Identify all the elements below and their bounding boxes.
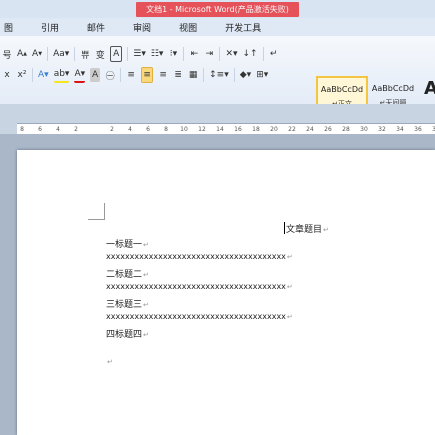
align-right-icon[interactable]: ≡ <box>158 68 168 82</box>
text-effects-icon[interactable]: A▾ <box>38 68 49 82</box>
show-marks-icon[interactable]: ↵ <box>269 47 279 61</box>
chinese-layout-icon[interactable]: ✕▾ <box>225 47 237 61</box>
ribbon-tabs: 图 引用 邮件 审阅 视图 开发工具 <box>0 18 435 36</box>
ruler-tick: 36 <box>414 125 422 133</box>
ruler-tick: 14 <box>216 125 224 133</box>
ruler-tick: 32 <box>378 125 386 133</box>
body-1[interactable]: xxxxxxxxxxxxxxxxxxxxxxxxxxxxxxxxxxxxxx↵ <box>106 252 293 261</box>
ruler-tick: 24 <box>306 125 314 133</box>
numbering-icon[interactable]: ☷▾ <box>151 47 164 61</box>
increase-indent-icon[interactable]: ⇥ <box>204 47 214 61</box>
ruler-tick: 18 <box>252 125 260 133</box>
body-2[interactable]: xxxxxxxxxxxxxxxxxxxxxxxxxxxxxxxxxxxxxx↵ <box>106 282 293 291</box>
font-toolbar-row1: 号 A ▲ A ▼ Aa▾ 쀼 变 A ☰▾ ☷▾ ⁝▾ ⇤ ⇥ ✕▾ ↓↑ ↵ <box>2 45 279 63</box>
ruler-tick: 8 <box>164 125 168 133</box>
subscript-button[interactable]: x <box>2 68 12 82</box>
decrease-indent-icon[interactable]: ⇤ <box>189 47 199 61</box>
ruler-tick: 16 <box>234 125 242 133</box>
margin-corner-marker <box>88 203 105 220</box>
tab-developer[interactable]: 开发工具 <box>211 21 275 34</box>
window-title: 文档1 - Microsoft Word(产品激活失败) <box>0 0 435 18</box>
tab-references[interactable]: 引用 <box>27 21 73 34</box>
align-center-icon[interactable]: ≡ <box>141 67 154 83</box>
heading-2[interactable]: 二标题二↵ <box>106 267 149 280</box>
ruler-tick: 8 <box>20 125 24 133</box>
distributed-icon[interactable]: ▦ <box>188 68 198 82</box>
ruler-tick: 2 <box>74 125 78 133</box>
ruler-tick: 10 <box>180 125 188 133</box>
ruler-tick: 6 <box>38 125 42 133</box>
ruler-tick: 4 <box>56 125 60 133</box>
bullets-icon[interactable]: ☰▾ <box>133 47 146 61</box>
char-border-button[interactable]: A <box>110 46 123 62</box>
grow-font-button[interactable]: A ▲ <box>17 47 27 61</box>
doc-title[interactable]: 文章题目↵ <box>286 222 329 235</box>
body-3[interactable]: xxxxxxxxxxxxxxxxxxxxxxxxxxxxxxxxxxxxxx↵ <box>106 312 293 321</box>
ribbon: 号 A ▲ A ▼ Aa▾ 쀼 变 A ☰▾ ☷▾ ⁝▾ ⇤ ⇥ ✕▾ ↓↑ ↵ x… <box>0 36 435 138</box>
char-shading-icon[interactable]: A <box>90 68 101 82</box>
tab-design[interactable]: 图 <box>0 21 27 34</box>
ruler-tick: 20 <box>270 125 278 133</box>
superscript-button[interactable]: x² <box>17 68 27 82</box>
heading-4[interactable]: 四标题四↵ <box>106 327 149 340</box>
heading-1[interactable]: 一标题一↵ <box>106 237 149 250</box>
ruler-tick: 30 <box>360 125 368 133</box>
document-page[interactable] <box>17 150 435 435</box>
enclose-char-icon[interactable]: ㊀ <box>105 68 115 82</box>
ruler-tick: 12 <box>198 125 206 133</box>
font-color-icon[interactable]: A▾ <box>74 67 86 83</box>
font-size-label[interactable]: 号 <box>2 47 12 61</box>
change-case-button[interactable]: Aa▾ <box>53 47 69 61</box>
ruler-tick: 38 <box>431 126 435 133</box>
ruler-tick: 2 <box>110 125 114 133</box>
text-cursor <box>284 222 285 234</box>
align-left-icon[interactable]: ≡ <box>126 68 136 82</box>
phonetic-guide-icon[interactable]: 쀼 <box>80 47 90 61</box>
highlight-icon[interactable]: ab▾ <box>53 67 70 83</box>
ruler-tick: 26 <box>324 125 332 133</box>
shading-icon[interactable]: ◆▾ <box>240 68 251 82</box>
ruler-tick: 6 <box>146 125 150 133</box>
heading-3[interactable]: 三标题三↵ <box>106 297 149 310</box>
font-toolbar-row2: x x² A▾ ab▾ A▾ A ㊀ ≡ ≡ ≡ ≣ ▦ ↕≡▾ ◆▾ ⊞▾ <box>2 66 268 84</box>
tab-mailings[interactable]: 邮件 <box>73 21 119 34</box>
ruler-tick: 34 <box>396 125 404 133</box>
empty-paragraph[interactable]: ↵ <box>106 357 113 367</box>
multilevel-list-icon[interactable]: ⁝▾ <box>168 47 178 61</box>
ruler-tick: 22 <box>288 125 296 133</box>
ruler-tick: 28 <box>342 125 350 133</box>
sort-icon[interactable]: ↓↑ <box>243 47 258 61</box>
tab-review[interactable]: 审阅 <box>119 21 165 34</box>
change-char-button[interactable]: 变 <box>95 47 105 61</box>
justify-icon[interactable]: ≣ <box>173 68 183 82</box>
tab-view[interactable]: 视图 <box>165 21 211 34</box>
ruler-tick: 4 <box>128 125 132 133</box>
line-spacing-icon[interactable]: ↕≡▾ <box>209 68 229 82</box>
shrink-font-button[interactable]: A ▼ <box>32 47 42 61</box>
borders-icon[interactable]: ⊞▾ <box>256 68 268 82</box>
title-bar: 文档1 - Microsoft Word(产品激活失败) <box>0 0 435 18</box>
